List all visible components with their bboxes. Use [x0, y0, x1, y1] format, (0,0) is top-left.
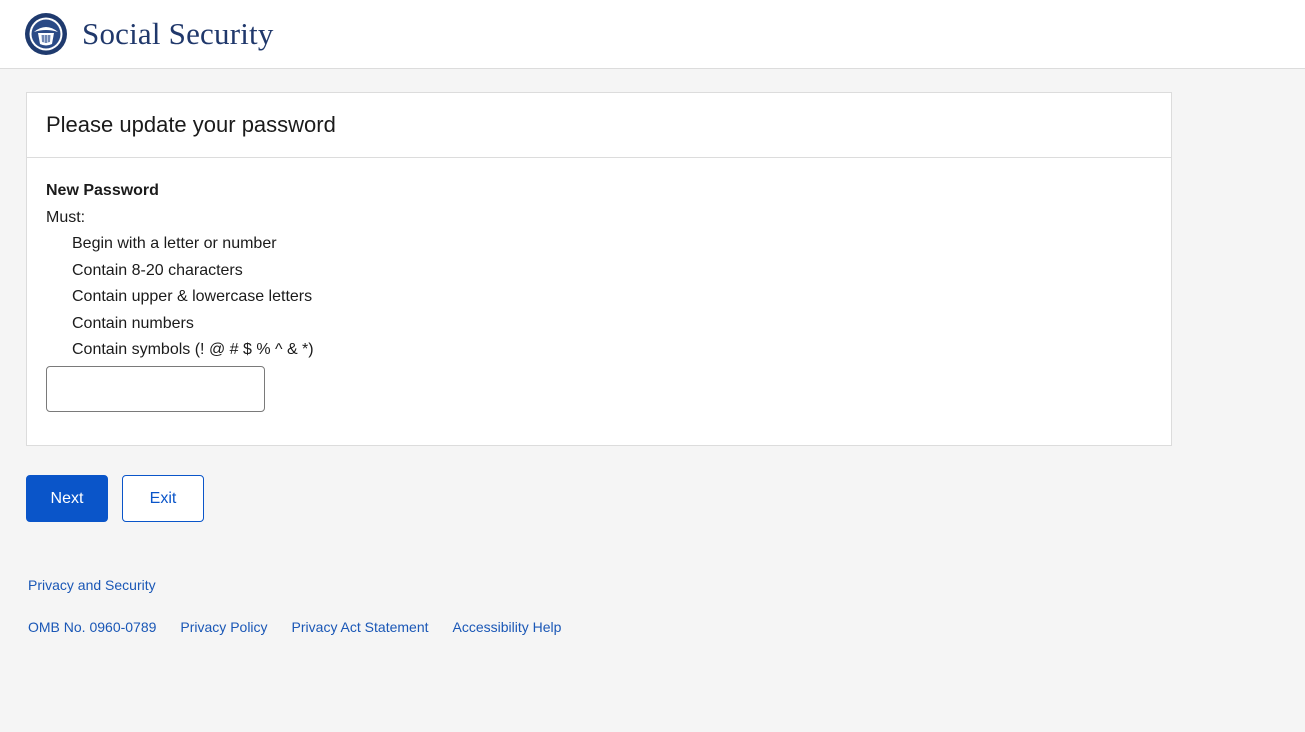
ssa-seal-icon [25, 13, 67, 55]
card-body: New Password Must: Begin with a letter o… [27, 158, 1171, 412]
requirement-item: Contain upper & lowercase letters [72, 288, 313, 305]
new-password-input[interactable] [46, 365, 265, 412]
must-label: Must: [46, 208, 86, 226]
footer-bottom: OMB No. 0960-0789 Privacy Policy Privacy… [28, 619, 585, 635]
privacy-security-link[interactable]: Privacy and Security [28, 577, 156, 593]
new-password-label: New Password [46, 182, 159, 199]
requirement-item: Contain symbols (! @ # $ % ^ & *) [72, 341, 314, 358]
update-password-card: Please update your password New Password… [26, 92, 1172, 446]
privacy-policy-link[interactable]: Privacy Policy [180, 619, 267, 635]
page-title: Please update your password [46, 112, 336, 137]
password-requirements: Begin with a letter or number Contain 8-… [46, 231, 1171, 364]
site-header: Social Security [0, 0, 1305, 69]
next-button[interactable]: Next [26, 475, 108, 522]
requirement-item: Contain numbers [72, 314, 194, 332]
privacy-act-link[interactable]: Privacy Act Statement [292, 619, 429, 635]
brand-name[interactable]: Social Security [82, 16, 274, 52]
exit-button[interactable]: Exit [122, 475, 204, 522]
logo-link[interactable]: Social Security [24, 12, 274, 56]
requirement-item: Begin with a letter or number [72, 235, 277, 252]
footer-top: Privacy and Security [28, 577, 156, 593]
requirement-item: Contain 8-20 characters [72, 261, 243, 279]
omb-number-link[interactable]: OMB No. 0960-0789 [28, 619, 156, 635]
card-header: Please update your password [27, 93, 1171, 158]
accessibility-help-link[interactable]: Accessibility Help [453, 619, 562, 635]
action-buttons: Next Exit [26, 475, 204, 522]
